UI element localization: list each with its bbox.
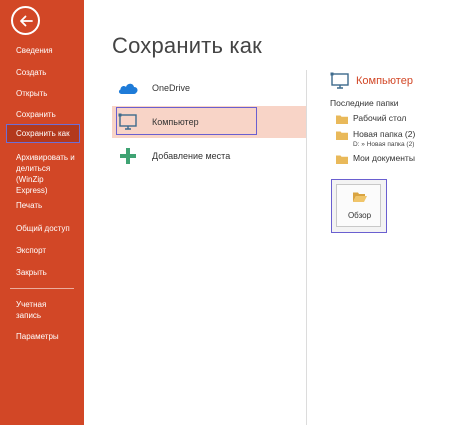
browse-label: Обзор xyxy=(347,211,372,220)
folder-icon xyxy=(336,155,348,164)
pane-title: Компьютер xyxy=(330,72,470,90)
plus-icon xyxy=(114,147,142,165)
browse-button[interactable]: Обзор xyxy=(331,179,387,233)
backstage-sidebar: Сведения Создать Открыть Сохранить Сохра… xyxy=(0,0,84,425)
sidebar-item-info[interactable]: Сведения xyxy=(6,44,80,57)
sidebar-item-export[interactable]: Экспорт xyxy=(6,244,80,257)
folder-name: Рабочий стол xyxy=(353,113,407,123)
computer-pane: Компьютер Последние папки Рабочий стол Н… xyxy=(330,72,470,233)
folder-icon xyxy=(336,115,348,124)
pane-title-text: Компьютер xyxy=(356,75,413,87)
arrow-left-icon xyxy=(19,15,33,26)
sidebar-item-open[interactable]: Открыть xyxy=(6,87,80,100)
page-title: Сохранить как xyxy=(112,33,263,58)
folder-path: D: » Новая папка (2) xyxy=(353,141,415,148)
sidebar-item-save-as[interactable]: Сохранить как xyxy=(6,124,80,143)
recent-folder-desktop[interactable]: Рабочий стол xyxy=(336,113,406,124)
place-onedrive[interactable]: OneDrive xyxy=(112,72,306,104)
sidebar-item-print[interactable]: Печать xyxy=(6,199,80,212)
place-label: Добавление места xyxy=(152,151,231,161)
place-add[interactable]: Добавление места xyxy=(112,140,306,172)
cloud-icon xyxy=(114,81,142,95)
sidebar-divider xyxy=(10,288,74,289)
place-computer[interactable]: Компьютер xyxy=(112,106,306,138)
recent-folder-new-folder-2[interactable]: Новая папка (2) D: » Новая папка (2) xyxy=(336,129,415,149)
browse-button-inner: Обзор xyxy=(336,184,381,227)
places-list: OneDrive Компьютер Добавление места xyxy=(112,70,308,425)
place-label: OneDrive xyxy=(152,83,191,93)
sidebar-item-close[interactable]: Закрыть xyxy=(6,266,80,279)
pane-divider xyxy=(306,70,307,425)
sidebar-item-share[interactable]: Общий доступ xyxy=(6,222,80,235)
computer-icon xyxy=(114,113,142,131)
open-folder-icon xyxy=(353,192,367,202)
sidebar-item-archive-share[interactable]: Архивировать и делиться (WinZip Express) xyxy=(6,151,80,197)
back-button[interactable] xyxy=(11,6,40,35)
sidebar-item-new[interactable]: Создать xyxy=(6,66,80,79)
recent-folder-my-documents[interactable]: Мои документы xyxy=(336,153,415,164)
folder-icon xyxy=(336,131,348,140)
sidebar-item-account[interactable]: Учетная запись xyxy=(6,298,66,322)
folder-name: Новая папка (2) xyxy=(353,129,416,139)
sidebar-item-options[interactable]: Параметры xyxy=(6,330,80,343)
place-label: Компьютер xyxy=(152,117,199,127)
computer-icon xyxy=(330,72,350,90)
folder-name: Мои документы xyxy=(353,153,415,163)
recent-folders-label: Последние папки xyxy=(330,98,399,108)
sidebar-item-save[interactable]: Сохранить xyxy=(6,108,80,121)
